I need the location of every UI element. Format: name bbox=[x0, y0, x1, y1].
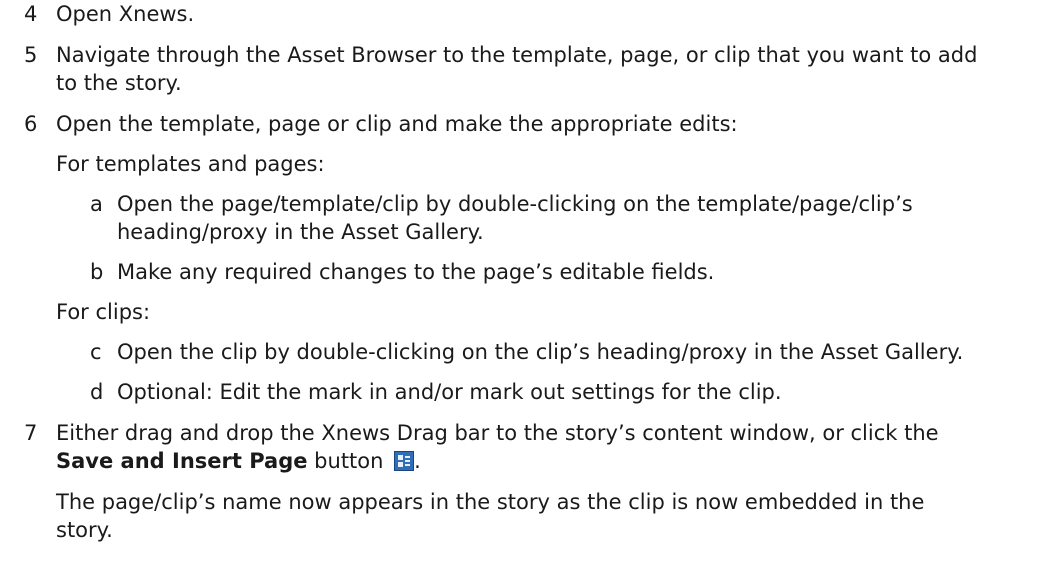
trailing-period: . bbox=[414, 449, 421, 473]
substep-text: heading/proxy in the Asset Gallery. bbox=[117, 220, 484, 244]
button-word: button bbox=[307, 449, 384, 473]
substep-letter: c bbox=[90, 340, 102, 364]
step-text: Navigate through the Asset Browser to th… bbox=[56, 43, 978, 67]
section-heading: For clips: bbox=[56, 300, 151, 324]
step-number: 4 bbox=[24, 2, 38, 26]
step-text: Open the template, page or clip and make… bbox=[56, 112, 738, 136]
substep-text: Make any required changes to the page’s … bbox=[117, 260, 715, 284]
step-text-with-button: Save and Insert Page button . bbox=[56, 447, 421, 475]
substep-letter: a bbox=[90, 192, 103, 216]
substep-letter: b bbox=[90, 260, 104, 284]
step-number: 6 bbox=[24, 112, 38, 136]
substep-letter: d bbox=[90, 380, 104, 404]
step-text: Either drag and drop the Xnews Drag bar … bbox=[56, 421, 939, 445]
section-heading: For templates and pages: bbox=[56, 152, 325, 176]
step-number: 5 bbox=[24, 43, 38, 67]
result-text: story. bbox=[56, 518, 113, 542]
step-text: to the story. bbox=[56, 71, 182, 95]
step-number: 7 bbox=[24, 421, 38, 445]
substep-text: Open the clip by double-clicking on the … bbox=[117, 340, 964, 364]
substep-text: Open the page/template/clip by double-cl… bbox=[117, 192, 913, 216]
step-text: Open Xnews. bbox=[56, 2, 195, 26]
save-and-insert-page-label: Save and Insert Page bbox=[56, 449, 308, 473]
save-and-insert-page-icon bbox=[394, 451, 415, 471]
substep-text: Optional: Edit the mark in and/or mark o… bbox=[117, 380, 782, 404]
result-text: The page/clip’s name now appears in the … bbox=[56, 490, 925, 514]
